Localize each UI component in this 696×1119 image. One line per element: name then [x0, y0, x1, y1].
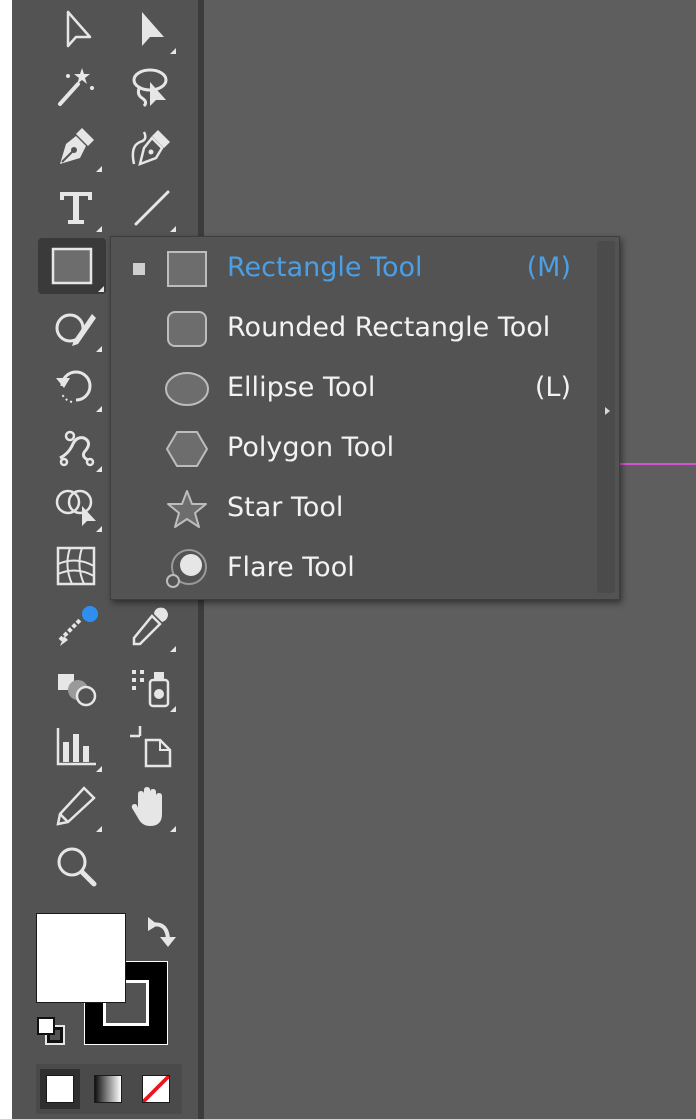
gradient-icon — [58, 606, 98, 646]
rectangle-icon — [51, 247, 93, 285]
gradient-annotator-tool[interactable] — [48, 598, 104, 654]
more-tools-indicator — [96, 526, 102, 532]
flyout-item-label: Star Tool — [227, 492, 344, 523]
none-mode-icon — [142, 1075, 170, 1103]
symbol-sprayer-tool[interactable] — [122, 658, 178, 714]
fill-color-swatch[interactable] — [36, 913, 126, 1003]
current-tool-bullet — [133, 263, 145, 275]
flyout-item-polygon[interactable]: Polygon Tool — [111, 419, 591, 479]
puppet-warp-icon — [59, 430, 95, 467]
shaper-pencil-icon — [55, 313, 96, 346]
blend-tool[interactable] — [48, 658, 104, 714]
artboard-tool[interactable] — [122, 718, 178, 774]
graph-tool[interactable] — [48, 718, 104, 774]
flyout-item-shortcut: (L) — [534, 372, 571, 403]
color-mode-icon — [46, 1075, 74, 1103]
slice-tool[interactable] — [48, 778, 104, 834]
eyedropper-tool[interactable] — [122, 598, 178, 654]
line-segment-tool[interactable] — [122, 178, 178, 234]
arrow-solid-icon — [142, 12, 164, 46]
more-tools-indicator — [96, 166, 102, 172]
rotate-tool[interactable] — [48, 358, 104, 414]
flyout-item-label: Rounded Rectangle Tool — [227, 312, 551, 343]
flyout-item-label: Rectangle Tool — [227, 252, 423, 283]
mesh-icon — [56, 546, 96, 586]
more-tools-indicator — [96, 406, 102, 412]
lasso-tool[interactable] — [122, 58, 178, 114]
tearoff-arrow-icon[interactable] — [605, 407, 610, 415]
gradient-mode-button[interactable] — [88, 1069, 128, 1109]
rotate-icon — [56, 370, 92, 403]
shaper-tool[interactable] — [48, 298, 104, 354]
hand-icon — [131, 787, 162, 826]
smart-guide-line — [618, 463, 696, 465]
default-fill-stroke-icon[interactable] — [36, 1016, 66, 1046]
rounded-rectangle-icon — [165, 309, 209, 349]
ellipse-icon — [165, 369, 209, 409]
slice-knife-icon — [56, 786, 96, 826]
selection-tool[interactable] — [48, 0, 104, 56]
magic-wand-tool[interactable] — [48, 58, 104, 114]
polygon-icon — [165, 429, 209, 469]
more-tools-indicator — [96, 826, 102, 832]
pen-icon — [60, 128, 94, 164]
window-edge — [0, 0, 12, 1119]
type-tool[interactable] — [48, 178, 104, 234]
more-tools-indicator — [170, 646, 176, 652]
mesh-tool[interactable] — [48, 538, 104, 594]
shape-builder-tool[interactable] — [48, 478, 104, 534]
flyout-item-flare[interactable]: Flare Tool — [111, 539, 591, 599]
rectangle-tool-flyout: Rectangle Tool (M) Rounded Rectangle Too… — [110, 236, 620, 600]
color-mode-button[interactable] — [40, 1069, 80, 1109]
flyout-item-label: Ellipse Tool — [227, 372, 376, 403]
more-tools-indicator — [170, 706, 176, 712]
flyout-item-label: Flare Tool — [227, 552, 355, 583]
magic-wand-icon — [58, 68, 94, 106]
arrow-outline-icon — [66, 10, 92, 48]
magnifier-icon — [57, 847, 97, 887]
blend-icon — [58, 674, 97, 707]
gradient-mode-icon — [94, 1075, 122, 1103]
shape-builder-icon — [55, 489, 96, 526]
flyout-item-rectangle[interactable]: Rectangle Tool (M) — [111, 239, 591, 299]
flyout-item-rounded-rectangle[interactable]: Rounded Rectangle Tool — [111, 299, 591, 359]
type-icon — [60, 192, 92, 224]
puppet-warp-tool[interactable] — [48, 418, 104, 474]
more-tools-indicator — [96, 766, 102, 772]
zoom-tool[interactable] — [48, 838, 104, 894]
more-tools-indicator — [170, 226, 176, 232]
flyout-item-ellipse[interactable]: Ellipse Tool (L) — [111, 359, 591, 419]
more-tools-indicator — [170, 826, 176, 832]
artboard-icon — [130, 726, 172, 768]
curvature-pen-icon — [131, 130, 170, 167]
rectangle-tool[interactable] — [38, 238, 106, 294]
rectangle-icon — [165, 249, 209, 289]
more-tools-indicator — [98, 286, 104, 292]
flyout-item-label: Polygon Tool — [227, 432, 395, 463]
flyout-item-star[interactable]: Star Tool — [111, 479, 591, 539]
line-icon — [134, 190, 170, 226]
lasso-icon — [132, 68, 168, 108]
flare-icon — [165, 549, 209, 589]
hand-tool[interactable] — [122, 778, 178, 834]
more-tools-indicator — [170, 48, 176, 54]
more-tools-indicator — [96, 226, 102, 232]
symbol-sprayer-icon — [132, 670, 170, 708]
star-icon — [165, 489, 209, 529]
direct-selection-tool[interactable] — [122, 0, 178, 56]
swap-fill-stroke-icon[interactable] — [144, 913, 178, 947]
none-mode-button[interactable] — [136, 1069, 176, 1109]
flyout-tearoff-strip[interactable] — [597, 241, 615, 593]
pen-tool[interactable] — [48, 118, 104, 174]
eyedropper-icon — [132, 607, 168, 646]
color-mode-bar — [36, 1064, 182, 1114]
more-tools-indicator — [96, 346, 102, 352]
curvature-tool[interactable] — [122, 118, 178, 174]
flyout-item-shortcut: (M) — [526, 252, 571, 283]
more-tools-indicator — [96, 466, 102, 472]
column-graph-icon — [56, 728, 96, 766]
